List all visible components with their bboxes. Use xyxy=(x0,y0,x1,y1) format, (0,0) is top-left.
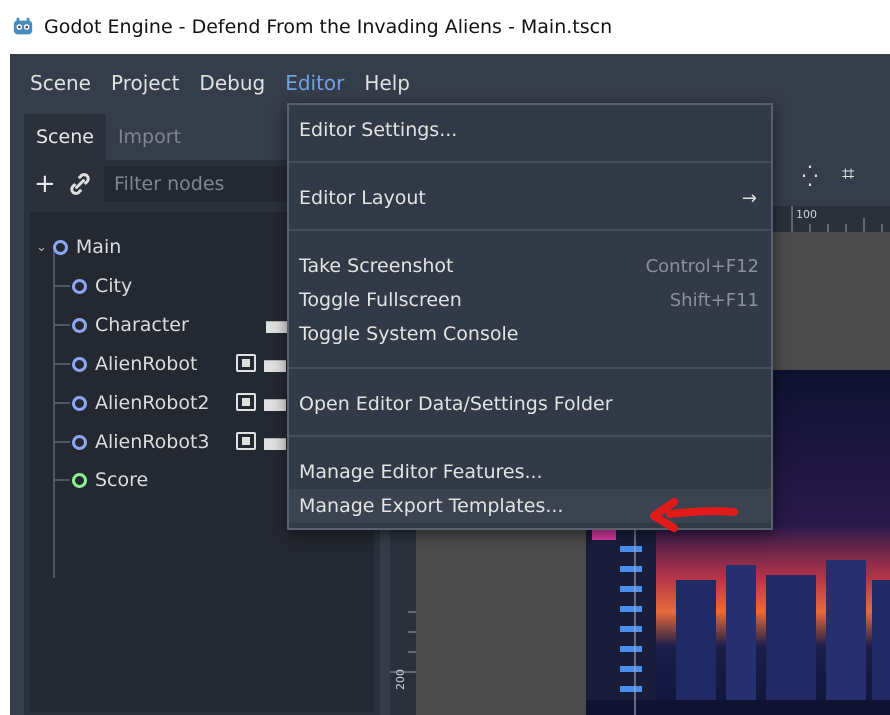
menu-item-open-data-folder[interactable]: Open Editor Data/Settings Folder xyxy=(289,387,771,421)
link-icon[interactable] xyxy=(66,170,94,198)
window-titlebar: Godot Engine - Defend From the Invading … xyxy=(0,0,890,54)
node2d-icon xyxy=(72,278,87,294)
tab-scene[interactable]: Scene xyxy=(24,114,106,160)
node-label: City xyxy=(95,275,133,297)
open-scene-icon[interactable] xyxy=(264,360,286,372)
open-scene-icon[interactable] xyxy=(266,321,288,333)
tree-node-alienrobot3[interactable]: AlienRobot3 xyxy=(72,425,209,459)
node2d-icon xyxy=(72,434,87,450)
grid-snap-icon[interactable]: ⌗ xyxy=(842,162,854,187)
shortcut-label: Shift+F11 xyxy=(669,289,759,311)
tab-import[interactable]: Import xyxy=(106,114,193,160)
script-icon[interactable] xyxy=(236,393,256,411)
alienrobot3-node-icons xyxy=(236,432,286,450)
window-title: Godot Engine - Defend From the Invading … xyxy=(44,16,613,38)
tree-node-alienrobot2[interactable]: AlienRobot2 xyxy=(72,386,209,420)
annotation-arrow-icon xyxy=(650,498,738,532)
tree-node-main[interactable]: ⌄ Main xyxy=(36,230,121,264)
node-label: Score xyxy=(95,469,149,491)
alienrobot2-node-icons xyxy=(236,393,286,411)
node-label: AlienRobot3 xyxy=(95,431,210,453)
add-node-icon[interactable]: + xyxy=(34,169,62,199)
pivot-icon[interactable]: ⁛ xyxy=(802,164,818,188)
node-label: AlienRobot2 xyxy=(95,392,210,414)
open-scene-icon[interactable] xyxy=(264,438,286,450)
node2d-icon xyxy=(52,239,68,255)
godot-logo-icon xyxy=(13,17,33,35)
node2d-icon xyxy=(72,356,87,372)
menu-item-label: Take Screenshot xyxy=(299,255,454,277)
menu-item-manage-editor-features[interactable]: Manage Editor Features... xyxy=(289,455,771,489)
node2d-icon xyxy=(72,317,87,333)
menu-item-label: Editor Layout xyxy=(299,187,426,209)
menu-scene[interactable]: Scene xyxy=(20,54,101,112)
tree-node-alienrobot[interactable]: AlienRobot xyxy=(72,347,197,381)
editor-menu-dropdown: Editor Settings... Editor Layout → Take … xyxy=(287,103,773,530)
control-node-icon xyxy=(72,472,87,488)
menu-separator xyxy=(289,367,771,369)
tree-node-city[interactable]: City xyxy=(72,269,132,303)
script-icon[interactable] xyxy=(236,354,256,372)
script-icon[interactable] xyxy=(236,432,256,450)
menu-item-label: Open Editor Data/Settings Folder xyxy=(299,393,613,415)
menu-item-label: Toggle Fullscreen xyxy=(299,289,462,311)
tree-node-character[interactable]: Character xyxy=(72,308,189,342)
menu-item-toggle-system-console[interactable]: Toggle System Console xyxy=(289,317,771,351)
menu-item-label: Manage Export Templates... xyxy=(299,495,564,517)
node2d-icon xyxy=(72,395,87,411)
submenu-arrow-icon: → xyxy=(741,187,757,209)
node-label: Main xyxy=(75,236,122,258)
menu-item-label: Manage Editor Features... xyxy=(299,461,543,483)
menu-item-toggle-fullscreen[interactable]: Toggle Fullscreen Shift+F11 xyxy=(289,283,771,317)
menu-separator xyxy=(289,161,771,163)
menu-item-editor-settings[interactable]: Editor Settings... xyxy=(289,113,771,147)
node-label: AlienRobot xyxy=(95,353,198,375)
character-node-icons xyxy=(266,315,288,333)
shortcut-label: Control+F12 xyxy=(645,255,759,277)
menu-separator xyxy=(289,435,771,437)
menu-item-editor-layout[interactable]: Editor Layout → xyxy=(289,181,771,215)
godot-editor: Scene Project Debug Editor Help Scene Im… xyxy=(10,54,890,715)
alienrobot-node-icons xyxy=(236,354,286,372)
node-label: Character xyxy=(95,314,189,336)
menu-debug[interactable]: Debug xyxy=(189,54,275,112)
collapse-arrow-icon[interactable]: ⌄ xyxy=(36,240,47,255)
menu-project[interactable]: Project xyxy=(101,54,189,112)
menu-item-take-screenshot[interactable]: Take Screenshot Control+F12 xyxy=(289,249,771,283)
tree-node-score[interactable]: Score xyxy=(72,463,148,497)
open-scene-icon[interactable] xyxy=(264,399,286,411)
menu-item-label: Editor Settings... xyxy=(299,119,458,141)
menu-separator xyxy=(289,229,771,231)
menu-item-label: Toggle System Console xyxy=(299,323,519,345)
